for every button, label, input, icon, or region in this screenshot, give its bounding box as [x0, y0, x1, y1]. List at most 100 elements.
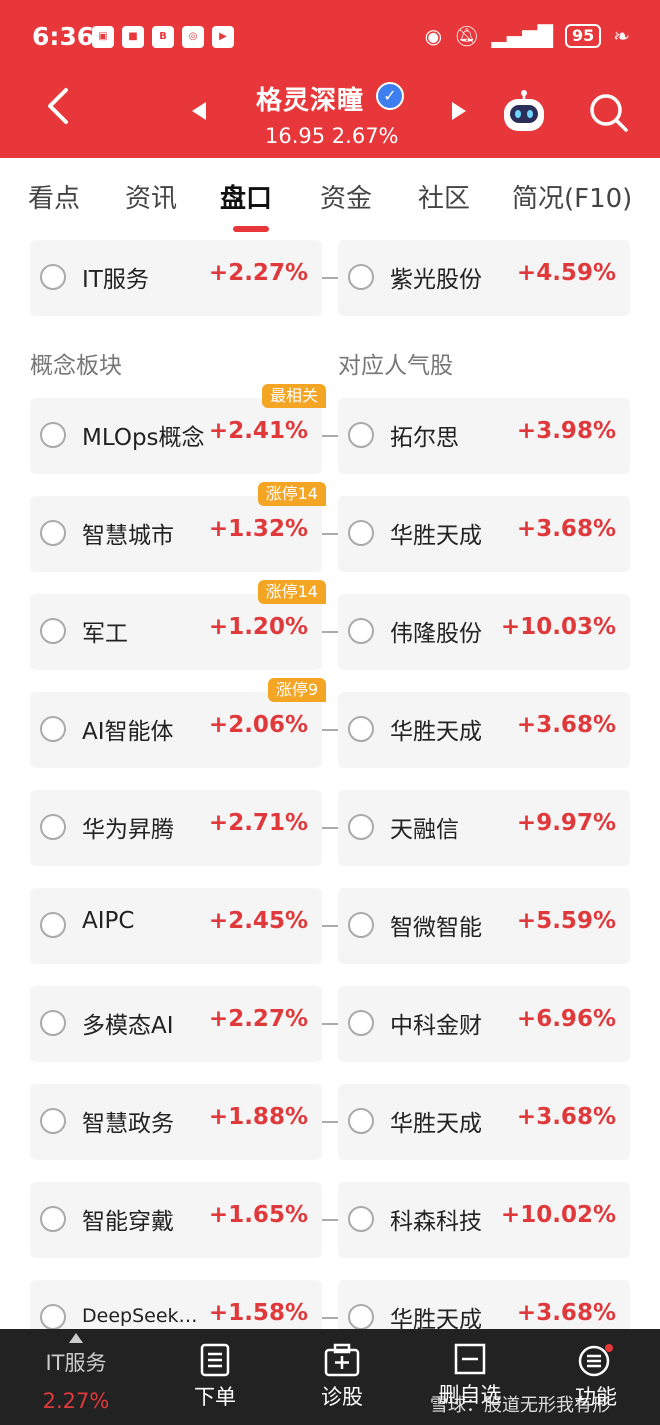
- stock-name: 华胜天成: [390, 523, 482, 549]
- popular-stock-card[interactable]: 拓尔思 +3.98%: [338, 398, 630, 474]
- order-button[interactable]: 下单: [185, 1343, 245, 1411]
- concept-name: DeepSeek…: [82, 1305, 198, 1327]
- radio-button[interactable]: [348, 1304, 374, 1329]
- stock-change: +3.68%: [516, 516, 616, 542]
- stock-change: +4.59%: [516, 260, 616, 286]
- concept-card[interactable]: DeepSeek… +1.58%: [30, 1280, 322, 1329]
- popular-stock-card[interactable]: 紫光股份 +4.59%: [338, 240, 630, 316]
- next-stock-icon[interactable]: [452, 102, 466, 120]
- popular-stock-card[interactable]: 华胜天成 +3.68%: [338, 692, 630, 768]
- radio-button[interactable]: [348, 912, 374, 938]
- concept-card[interactable]: AIPC +2.45%: [30, 888, 322, 964]
- radio-button[interactable]: [348, 264, 374, 290]
- radio-button[interactable]: [40, 422, 66, 448]
- connector-line: [322, 1121, 338, 1123]
- popular-stock-card[interactable]: 中科金财 +6.96%: [338, 986, 630, 1062]
- minus-box-icon: [454, 1343, 486, 1375]
- radio-button[interactable]: [348, 1206, 374, 1232]
- leaf-icon: ❧: [613, 24, 630, 48]
- tab-pankou[interactable]: 盘口: [220, 178, 272, 215]
- concept-change: +1.32%: [208, 516, 308, 542]
- tab-f10[interactable]: 简况(F10): [512, 178, 632, 215]
- radio-button[interactable]: [348, 618, 374, 644]
- radio-button[interactable]: [40, 814, 66, 840]
- stock-name: 华胜天成: [390, 719, 482, 745]
- stock-name: 伟隆股份: [390, 621, 482, 647]
- connector-line: [322, 1023, 338, 1025]
- concept-card[interactable]: 华为昇腾 +2.71%: [30, 790, 322, 866]
- tab-shequ[interactable]: 社区: [418, 178, 470, 215]
- concept-name: 华为昇腾: [82, 817, 174, 843]
- radio-button[interactable]: [40, 264, 66, 290]
- concept-change: +2.27%: [208, 1006, 308, 1032]
- popular-stock-card[interactable]: 天融信 +9.97%: [338, 790, 630, 866]
- stock-name: 智微智能: [390, 915, 482, 941]
- stock-change: +10.03%: [500, 614, 616, 640]
- industry-change: +2.27%: [208, 260, 308, 286]
- robot-assistant-icon[interactable]: [500, 90, 548, 134]
- concept-card[interactable]: 多模态AI +2.27%: [30, 986, 322, 1062]
- back-arrow-icon[interactable]: [44, 86, 74, 126]
- concept-name: AIPC: [82, 908, 135, 934]
- bottom-toolbar: IT服务 2.27% 下单 诊股 删自选 功能 雪球：股道无形我有形: [0, 1329, 660, 1425]
- popular-stock-card[interactable]: 华胜天成 +3.68%: [338, 496, 630, 572]
- popular-stock-card[interactable]: 华胜天成 +3.68%: [338, 1280, 630, 1329]
- radio-button[interactable]: [348, 1010, 374, 1036]
- popular-stock-card[interactable]: 华胜天成 +3.68%: [338, 1084, 630, 1160]
- notification-app-icon: ▶: [212, 26, 234, 48]
- stock-price: 16.95 2.67%: [265, 124, 399, 148]
- connector-line: [322, 435, 338, 437]
- search-icon[interactable]: [586, 90, 630, 134]
- connector-line: [322, 729, 338, 731]
- popular-stock-card[interactable]: 智微智能 +5.59%: [338, 888, 630, 964]
- concept-card[interactable]: 智能穿戴 +1.65%: [30, 1182, 322, 1258]
- radio-button[interactable]: [40, 1206, 66, 1232]
- concept-card[interactable]: 智慧政务 +1.88%: [30, 1084, 322, 1160]
- stock-change: +3.68%: [516, 1104, 616, 1130]
- popular-stock-card[interactable]: 科森科技 +10.02%: [338, 1182, 630, 1258]
- concept-name: 智慧城市: [82, 523, 174, 549]
- tab-zixun[interactable]: 资讯: [125, 178, 177, 215]
- radio-button[interactable]: [40, 1108, 66, 1134]
- radio-button[interactable]: [348, 814, 374, 840]
- tab-kandian[interactable]: 看点: [28, 178, 80, 215]
- connector-line: [322, 925, 338, 927]
- radio-button[interactable]: [348, 422, 374, 448]
- connector-line: [322, 1317, 338, 1319]
- bottom-index-item[interactable]: IT服务 2.27%: [30, 1333, 122, 1413]
- stock-nav: 格灵深瞳 ✓ 16.95 2.67%: [0, 72, 660, 158]
- concept-badge: 涨停14: [257, 580, 326, 604]
- radio-button[interactable]: [348, 520, 374, 546]
- connector-line: [322, 533, 338, 535]
- stock-name: 拓尔思: [390, 425, 459, 451]
- prev-stock-icon[interactable]: [192, 102, 206, 120]
- radio-button[interactable]: [40, 716, 66, 742]
- industry-card[interactable]: IT服务 +2.27%: [30, 240, 322, 316]
- radio-button[interactable]: [348, 716, 374, 742]
- diagnose-button[interactable]: 诊股: [312, 1343, 372, 1411]
- concept-badge: 涨停14: [257, 482, 326, 506]
- stock-change: +3.68%: [516, 712, 616, 738]
- header-bar: 6:36 ▣ ■ B ◎ ▶ ◉ 🔕︎ ▂▄▆█ 95 ❧ 格灵深瞳 ✓ 16.…: [0, 0, 660, 158]
- status-time: 6:36: [32, 22, 95, 51]
- concept-card[interactable]: AI智能体 +2.06%: [30, 692, 322, 768]
- popular-stock-card[interactable]: 伟隆股份 +10.03%: [338, 594, 630, 670]
- concept-name: AI智能体: [82, 719, 174, 745]
- bottom-index-name: IT服务: [45, 1351, 107, 1375]
- radio-button[interactable]: [40, 912, 66, 938]
- notification-app-icon: B: [152, 26, 174, 48]
- concept-card[interactable]: 智慧城市 +1.32%: [30, 496, 322, 572]
- radio-button[interactable]: [40, 1010, 66, 1036]
- radio-button[interactable]: [40, 618, 66, 644]
- radio-button[interactable]: [40, 1304, 66, 1329]
- concept-card[interactable]: MLOps概念 +2.41%: [30, 398, 322, 474]
- radio-button[interactable]: [348, 1108, 374, 1134]
- diagnose-label: 诊股: [321, 1385, 363, 1409]
- menu-circle-icon: [578, 1344, 613, 1377]
- stock-change: +6.96%: [516, 1006, 616, 1032]
- stock-change: +3.68%: [516, 1300, 616, 1326]
- tab-zijin[interactable]: 资金: [320, 178, 372, 215]
- radio-button[interactable]: [40, 520, 66, 546]
- active-tab-indicator: [233, 226, 269, 232]
- concept-card[interactable]: 军工 +1.20%: [30, 594, 322, 670]
